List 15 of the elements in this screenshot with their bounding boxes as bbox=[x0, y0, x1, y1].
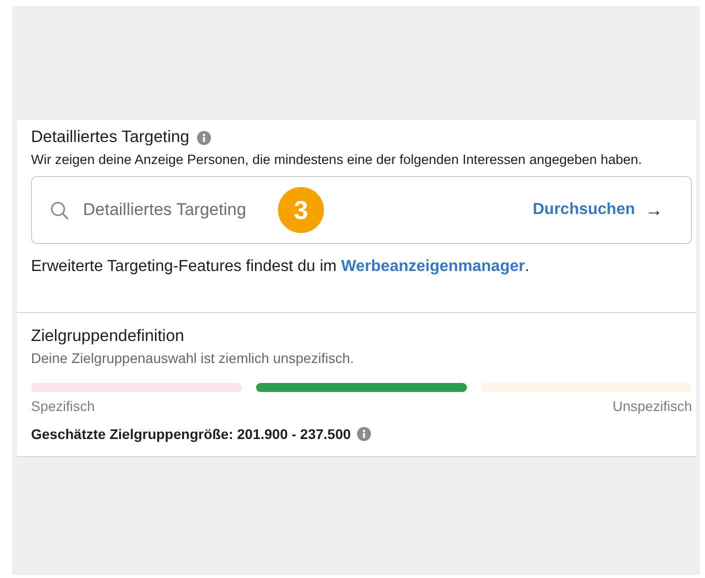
description-text: Wir zeigen deine Anzeige Personen, die mindestens eine der folgenden Interessen angegeben haben. bbox=[31, 151, 643, 169]
info-icon[interactable] bbox=[356, 427, 371, 441]
search-field[interactable]: Detailliertes Targeting 3 Durchsuchen → bbox=[31, 176, 692, 244]
section-title: Detailliertes Targeting bbox=[31, 128, 190, 147]
meter-label: Spezifisch bbox=[31, 398, 95, 414]
step-number-badge: 3 bbox=[278, 187, 324, 233]
audience-size-text: Geschätzte Zielgruppengröße: 201.900 - 237.500 bbox=[31, 426, 351, 442]
browse-button[interactable]: Durchsuchen → bbox=[532, 200, 663, 220]
section-title: Zielgruppendefinition bbox=[31, 327, 186, 346]
info-icon[interactable] bbox=[197, 130, 212, 144]
audience-description: Deine Zielgruppenauswahl ist ziemlich unspezifisch. bbox=[31, 350, 355, 366]
info-text: Erweiterte Targeting-Features findest du im Werbeanzeigenmanager. bbox=[31, 258, 530, 277]
ads-manager-link[interactable]: Werbeanzeigenmanager bbox=[341, 258, 525, 275]
meter-label: Unspezifisch bbox=[612, 398, 692, 414]
search-icon bbox=[50, 200, 69, 220]
